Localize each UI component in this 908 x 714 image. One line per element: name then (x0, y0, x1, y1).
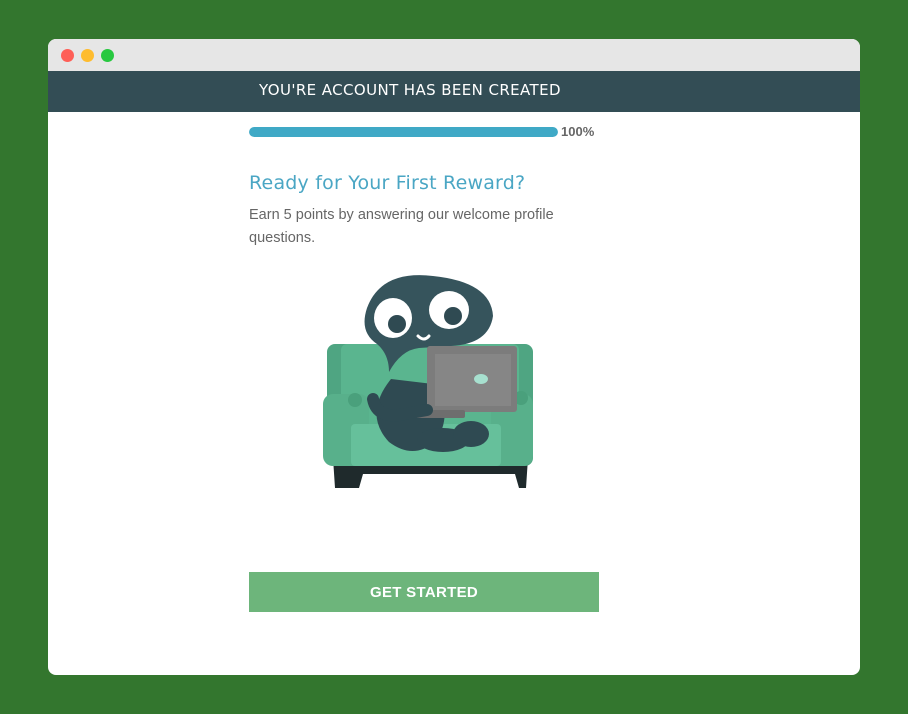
minimize-window-button[interactable] (81, 49, 94, 62)
header-banner: YOU'RE ACCOUNT HAS BEEN CREATED (48, 71, 860, 112)
mascot-on-couch-with-laptop-icon (323, 275, 533, 488)
get-started-button[interactable]: GET STARTED (249, 572, 599, 612)
browser-window: YOU'RE ACCOUNT HAS BEEN CREATED 100% Rea… (48, 39, 860, 675)
main-content: 100% Ready for Your First Reward? Earn 5… (249, 123, 609, 250)
window-titlebar (48, 39, 860, 71)
page-heading: Ready for Your First Reward? (249, 172, 526, 194)
progress-label: 100% (561, 124, 595, 139)
banner-title: YOU'RE ACCOUNT HAS BEEN CREATED (259, 81, 561, 99)
progress-bar (249, 127, 558, 137)
progress-row: 100% (249, 123, 609, 141)
progress-fill (249, 127, 558, 137)
close-window-button[interactable] (61, 49, 74, 62)
page-description: Earn 5 points by answering our welcome p… (249, 207, 554, 246)
maximize-window-button[interactable] (101, 49, 114, 62)
